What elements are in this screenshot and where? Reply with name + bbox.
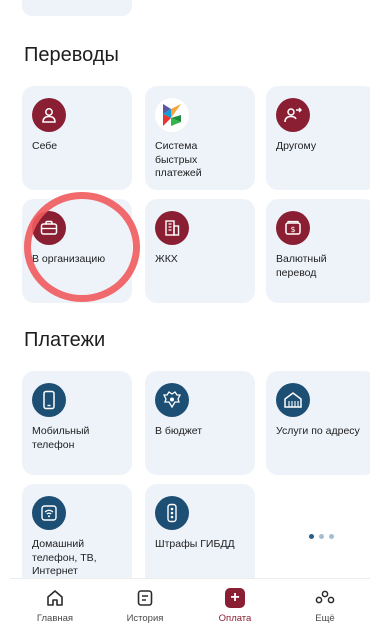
payment-tile-budget[interactable]: В бюджет [145,371,255,475]
payment-tile-address-services[interactable]: Услуги по адресу [266,371,370,475]
person-icon [32,98,66,132]
transfer-tile-other[interactable]: Другому [266,86,370,190]
currency-note-icon: $ [276,211,310,245]
payment-tile-home-phone-tv-internet[interactable]: Домашний телефон, ТВ, Интернет [22,484,132,588]
tab-label: Главная [36,613,74,624]
tab-payment[interactable]: + Оплата [190,579,280,633]
tab-home[interactable]: Главная [10,579,100,633]
transfer-tile-sbp[interactable]: Система быстрых платежей [145,86,255,190]
sbp-logo-icon [155,98,189,132]
pager-dot[interactable] [328,533,334,539]
tile-label: Мобильный телефон [32,425,90,451]
pager-dots[interactable] [266,484,370,588]
tile-label: Другому [276,140,317,152]
tile-label: В бюджет [155,425,203,437]
tile-label: ЖКХ [155,253,178,265]
tab-label: Ещё [315,613,335,624]
tab-label: История [126,613,164,624]
tab-more[interactable]: Ещё [280,579,370,633]
home-icon [44,587,66,609]
traffic-light-icon [155,496,189,530]
tile-label: Себе [32,140,58,152]
history-icon [134,587,156,609]
more-icon [314,587,336,609]
tile-label: Система быстрых платежей [155,140,202,179]
building-icon [155,211,189,245]
house-icon [276,383,310,417]
tile-label: Валютный перевод [276,253,327,279]
tile-label: Штрафы ГИБДД [155,538,235,550]
smartphone-icon [32,383,66,417]
pager-dot-active[interactable] [308,533,314,539]
pager-dot[interactable] [318,533,324,539]
tab-label: Оплата [218,613,252,624]
tile-label: В организацию [32,253,106,265]
tile-label: Домашний телефон, ТВ, Интернет [32,538,97,577]
person-send-icon [276,98,310,132]
transfer-tile-currency[interactable]: $ Валютный перевод [266,199,370,303]
wifi-icon [32,496,66,530]
payment-tile-mobile[interactable]: Мобильный телефон [22,371,132,475]
tile-label: Услуги по адресу [276,425,360,437]
transfer-tile-self[interactable]: Себе [22,86,132,190]
bottom-tab-bar: Главная История + Оплата Ещё [10,578,370,633]
tab-history[interactable]: История [100,579,190,633]
section-title-transfers: Переводы [24,44,119,66]
payment-screen: Переводы Себе Система быстрых платежей Д… [10,0,370,633]
payment-plus-icon: + [224,587,246,609]
svg-text:$: $ [290,225,295,234]
section-title-payments: Платежи [24,329,106,351]
transfer-tile-utilities[interactable]: ЖКХ [145,199,255,303]
state-emblem-icon [155,383,189,417]
briefcase-icon [32,211,66,245]
previous-card-edge[interactable] [22,0,132,16]
transfer-tile-organization[interactable]: В организацию [22,199,132,303]
payment-tile-traffic-fines[interactable]: Штрафы ГИБДД [145,484,255,588]
